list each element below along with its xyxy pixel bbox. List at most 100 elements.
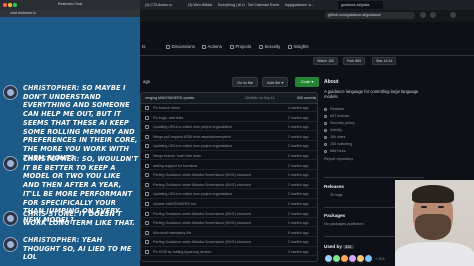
table-row[interactable]: Updating URLs to match new project organ…: [141, 190, 317, 199]
chat-title: Restream Chat: [57, 2, 83, 6]
eye-icon: [324, 143, 328, 147]
table-row[interactable]: Microsoft mandatory file 8 months ago: [141, 229, 317, 237]
watching-link[interactable]: 154 watching: [324, 142, 352, 147]
commit-message[interactable]: Porting Guidance under Alibaba Governanc…: [153, 221, 252, 225]
divider: [324, 177, 424, 178]
commit-message[interactable]: Porting Guidance under Alibaba Governanc…: [153, 173, 252, 177]
report-repository-link[interactable]: Report repository: [324, 157, 353, 161]
commit-time: 2 months ago: [288, 211, 309, 216]
file-icon: [145, 240, 149, 245]
fork-button[interactable]: Fork 869: [343, 57, 366, 65]
tab-insights[interactable]: Insights: [288, 44, 309, 49]
commit-count[interactable]: 805 commits: [297, 96, 316, 100]
tab-projects[interactable]: Projects: [230, 44, 251, 49]
commit-message[interactable]: Updating URLs to match new project organ…: [153, 144, 233, 148]
browser-tab-active[interactable]: guidance-ai/guida: [338, 1, 383, 9]
star-button[interactable]: Star 16.1k: [372, 57, 397, 65]
commit-message[interactable]: Updating URLs to match new project organ…: [153, 192, 233, 196]
graph-icon: [288, 44, 292, 49]
table-row[interactable]: Porting Guidance under Alibaba Governanc…: [141, 219, 317, 228]
releases-tags[interactable]: 30 tags: [330, 193, 342, 197]
avatar[interactable]: [365, 255, 372, 262]
table-row[interactable]: Merge pull request #338 from wwwnickmerr…: [141, 133, 317, 141]
tab-actions[interactable]: Actions: [202, 44, 222, 49]
user-icon: [7, 160, 14, 167]
add-file-button[interactable]: Add file ▾: [262, 77, 289, 87]
table-row[interactable]: Merge branch 'main' into main 2 months ag…: [141, 152, 317, 161]
stars-link[interactable]: 16k stars: [324, 135, 345, 140]
chat-url[interactable]: chat.restream.io: [0, 10, 140, 17]
commit-message[interactable]: Update MAINTAINERS.md: [153, 202, 196, 206]
readme-link[interactable]: Readme: [324, 107, 344, 112]
table-row[interactable]: Updating URLs to match new project organ…: [141, 123, 317, 132]
table-row[interactable]: Porting Guidance under Alibaba Governanc…: [141, 210, 317, 218]
table-row[interactable]: Porting Guidance under Alibaba Governanc…: [141, 181, 317, 189]
commit-message[interactable]: Merge branch 'main' into main: [153, 154, 201, 158]
profile-icon[interactable]: [450, 12, 456, 18]
commit-time: 2 months ago: [288, 221, 309, 226]
license-link[interactable]: MIT license: [324, 114, 349, 119]
tab-discussions[interactable]: Discussions: [166, 44, 195, 49]
address-bar[interactable]: github.com/guidance-ai/guidance: [325, 12, 415, 19]
commit-message[interactable]: Merge pull request #338 from wwwnickmerr…: [153, 135, 231, 139]
about-title: About: [324, 79, 339, 85]
extension-icon[interactable]: [420, 12, 426, 18]
file-icon: [145, 230, 149, 235]
go-to-file-button[interactable]: Go to file: [232, 77, 259, 87]
table-row[interactable]: adding support for functions 2 months ago: [141, 162, 317, 170]
avatar[interactable]: [333, 255, 340, 262]
commit-message[interactable]: Porting Guidance under Alibaba Governanc…: [153, 240, 252, 244]
table-row[interactable]: Fix branch name 4 months ago: [141, 104, 317, 113]
security-policy-link[interactable]: Security policy: [324, 121, 354, 126]
commit-message[interactable]: Fix #195 by adding ipywrong version: [153, 250, 211, 254]
browser-tab[interactable]: (3) Wen Wdiba: [185, 1, 213, 9]
tab-pull-requests[interactable]: ts: [142, 44, 145, 49]
table-row[interactable]: Updating URLs to match new project organ…: [141, 142, 317, 151]
commit-message[interactable]: Porting Guidance under Alibaba Governanc…: [153, 212, 252, 216]
commit-message[interactable]: Fix bugs, add tests: [153, 116, 183, 120]
tags-link[interactable]: ags: [143, 79, 150, 84]
forks-link[interactable]: 886 forks: [324, 149, 346, 154]
avatar[interactable]: [341, 255, 348, 262]
tab-security[interactable]: Security: [259, 44, 280, 49]
avatar: [3, 156, 18, 171]
releases-title[interactable]: Releases: [324, 184, 344, 189]
commit-message[interactable]: Fix branch name: [153, 106, 180, 110]
chat-author: CHRISTOPHER:: [23, 155, 80, 163]
commit-message[interactable]: adding support for functions: [153, 164, 197, 168]
browser-tab[interactable]: Set Calendar Event: [245, 1, 280, 9]
used-by-title[interactable]: Used by 332: [324, 244, 354, 249]
browser-tab[interactable]: Everything | Al Cu: [215, 1, 245, 9]
watch-button[interactable]: Watch 150: [313, 57, 339, 65]
avatar[interactable]: [357, 255, 364, 262]
table-row[interactable]: Fix bugs, add tests 2 months ago: [141, 114, 317, 122]
commit-meta[interactable]: 22e8a3c on Sep 12: [245, 96, 274, 100]
commit-time: 4 months ago: [288, 106, 309, 110]
table-row[interactable]: Porting Guidance under Alibaba Governanc…: [141, 238, 317, 247]
browser-tab[interactable]: hqq/guidance: a...: [282, 1, 320, 9]
browser-tab[interactable]: (3) CT/Ubuntu copi: [142, 1, 172, 9]
used-by-more[interactable]: + 324: [375, 257, 385, 261]
extension-icon[interactable]: [430, 12, 436, 18]
table-row[interactable]: Porting Guidance under Alibaba Governanc…: [141, 171, 317, 180]
code-button[interactable]: Code ▾: [295, 77, 319, 87]
webcam-hair: [412, 185, 454, 203]
file-icon: [145, 154, 149, 158]
commit-time: 2 months ago: [288, 125, 309, 130]
commit-time: 8 months ago: [288, 230, 309, 235]
file-icon: [145, 221, 149, 226]
packages-title[interactable]: Packages: [324, 213, 345, 218]
pulse-icon: [324, 129, 328, 133]
commit-message[interactable]: nerging MAINTAINERS update.: [145, 96, 195, 100]
activity-link[interactable]: Activity: [324, 128, 342, 133]
table-row[interactable]: Fix #195 by adding ipywrong version 3 mon…: [141, 248, 317, 257]
file-icon: [145, 106, 149, 110]
user-icon: [7, 89, 14, 96]
avatar[interactable]: [349, 255, 356, 262]
commit-message[interactable]: Updating URLs to match new project organ…: [153, 125, 233, 129]
commit-message[interactable]: Porting Guidance under Alibaba Governanc…: [153, 183, 252, 187]
commit-message[interactable]: Microsoft mandatory file: [153, 231, 191, 235]
table-row[interactable]: Update MAINTAINERS.md 2 months ago: [141, 200, 317, 209]
avatar[interactable]: [325, 255, 332, 262]
chat-text: SO MAYBE I DON'T UNDERSTAND EVERYTHING A…: [23, 84, 138, 162]
